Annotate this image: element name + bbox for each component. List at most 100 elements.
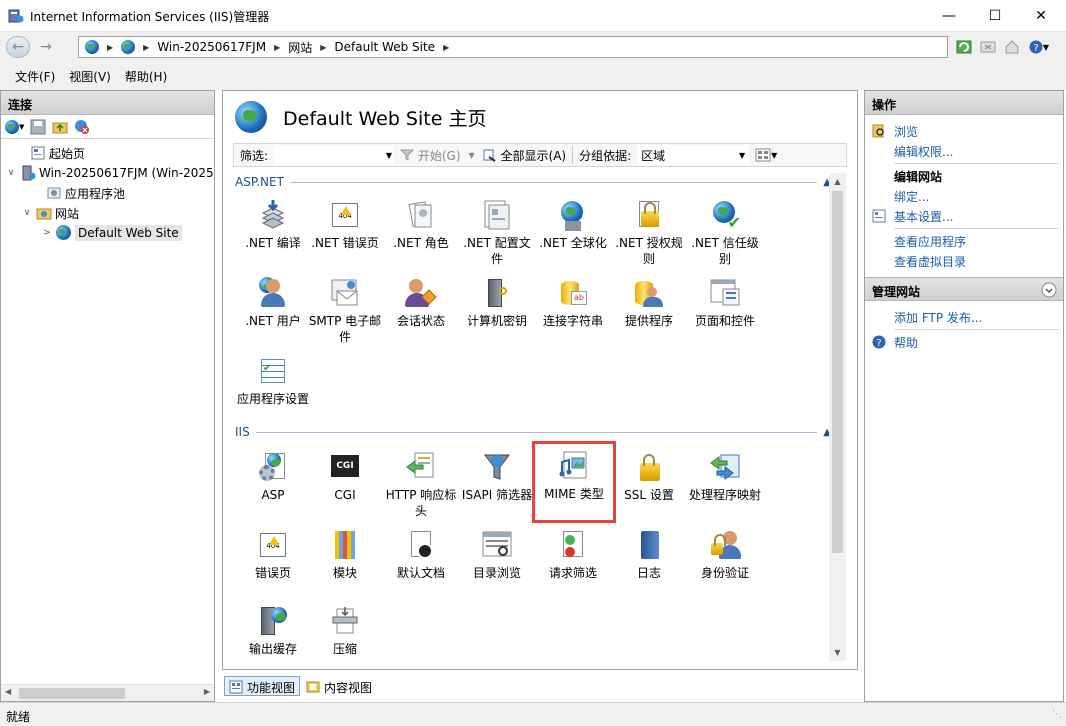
chevron-right-icon[interactable]: ▶ <box>443 43 449 52</box>
feature-authentication[interactable]: 身份验证 <box>687 523 763 601</box>
action-bindings[interactable]: 绑定... <box>865 186 1063 206</box>
crumb-server[interactable]: ▶ <box>121 40 157 54</box>
tree-sites[interactable]: ∨ 网站 <box>1 203 214 223</box>
view-mode-button[interactable]: ▼ <box>749 148 783 162</box>
menu-view[interactable]: 视图(V) <box>62 68 118 85</box>
collapse-icon[interactable]: ∨ <box>5 168 17 178</box>
filter-input[interactable]: ▼ <box>274 145 395 165</box>
action-view-virtual-dirs[interactable]: 查看虚拟目录 <box>865 251 1063 271</box>
feature-handler-mappings[interactable]: 处理程序映射 <box>687 445 763 523</box>
dropdown-icon[interactable]: ▼ <box>386 151 392 160</box>
action-browse[interactable]: 浏览 <box>865 121 1063 141</box>
feature-net-trust-levels[interactable]: ✔ .NET 信任级别 <box>687 193 763 271</box>
tab-features-view[interactable]: 功能视图 <box>224 676 301 696</box>
menu-help[interactable]: 帮助(H) <box>118 68 174 85</box>
feature-net-authorization[interactable]: .NET 授权规则 <box>611 193 687 271</box>
go-button[interactable]: 开始(G) <box>394 147 467 164</box>
group-by-select[interactable]: 区域 ▼ <box>637 145 750 165</box>
close-button[interactable]: ✕ <box>1018 0 1064 32</box>
feature-modules[interactable]: 模块 <box>307 523 383 601</box>
connect-globe-icon[interactable]: ▼ <box>5 119 24 134</box>
feature-default-document[interactable]: 默认文档 <box>383 523 459 601</box>
feature-app-settings[interactable]: ✔ 应用程序设置 <box>235 349 311 427</box>
tree-start-page[interactable]: 起始页 <box>1 143 214 163</box>
resize-grip-icon[interactable]: ⋱ <box>1052 709 1062 720</box>
scroll-up-icon[interactable]: ▲ <box>829 173 846 190</box>
collapse-section-icon[interactable] <box>1041 282 1057 298</box>
feature-logging[interactable]: 日志 <box>611 523 687 601</box>
feature-net-users[interactable]: .NET 用户 <box>235 271 311 349</box>
action-help[interactable]: ? 帮助 <box>865 332 1063 352</box>
feature-cgi[interactable]: CGI CGI <box>307 445 383 523</box>
feature-isapi-filters[interactable]: ISAPI 筛选器 <box>459 445 535 523</box>
action-edit-permissions[interactable]: 编辑权限... <box>865 141 1063 161</box>
tree-server[interactable]: ∨ Win-20250617FJM (Win-2025 <box>1 163 214 183</box>
chevron-right-icon[interactable]: ▶ <box>107 43 113 52</box>
disconnect-icon[interactable] <box>74 119 90 135</box>
feature-request-filtering[interactable]: 请求筛选 <box>535 523 611 601</box>
feature-directory-browsing[interactable]: 目录浏览 <box>459 523 535 601</box>
stop-icon[interactable] <box>978 37 998 57</box>
vertical-scrollbar[interactable]: ▲ ▼ <box>829 173 846 661</box>
scroll-left-icon[interactable]: ◀ <box>5 687 11 696</box>
save-icon[interactable] <box>30 119 46 135</box>
crumb-site[interactable]: Default Web Site ▶ <box>334 40 457 54</box>
tree-app-pools[interactable]: 应用程序池 <box>1 183 214 203</box>
chevron-right-icon[interactable]: ▶ <box>274 43 280 52</box>
up-folder-icon[interactable] <box>52 119 68 135</box>
feature-net-roles[interactable]: .NET 角色 <box>383 193 459 271</box>
feature-http-response-headers[interactable]: HTTP 响应标头 <box>383 445 459 523</box>
forward-button[interactable]: → <box>34 36 58 58</box>
refresh-icon[interactable] <box>954 37 974 57</box>
action-add-ftp[interactable]: 添加 FTP 发布... <box>865 307 1063 327</box>
feature-asp[interactable]: ASP <box>235 445 311 523</box>
horizontal-scrollbar[interactable]: ◀ ▶ <box>1 684 214 701</box>
go-dropdown-icon[interactable]: ▼ <box>467 151 477 160</box>
features-view-icon <box>229 680 243 694</box>
menu-file[interactable]: 文件(F) <box>8 68 62 85</box>
feature-compression[interactable]: 压缩 <box>307 599 383 661</box>
scroll-thumb[interactable] <box>19 688 125 699</box>
group-header[interactable]: IIS ▲ <box>235 423 831 441</box>
feature-pages-controls[interactable]: 页面和控件 <box>687 271 763 349</box>
help-icon[interactable]: ? ▼ <box>1026 37 1052 57</box>
expand-icon[interactable]: > <box>41 228 53 238</box>
crumb-sites[interactable]: 网站 ▶ <box>288 39 334 56</box>
scroll-right-icon[interactable]: ▶ <box>204 687 210 696</box>
crumb-server-name[interactable]: Win-20250617FJM ▶ <box>157 40 288 54</box>
feature-output-caching[interactable]: 输出缓存 <box>235 599 311 661</box>
feature-error-pages[interactable]: 404 错误页 <box>235 523 311 601</box>
chevron-right-icon[interactable]: ▶ <box>320 43 326 52</box>
back-button[interactable]: ← <box>6 36 30 58</box>
address-field[interactable]: ▶ ▶ Win-20250617FJM ▶ 网站 ▶ Default Web Sit… <box>78 36 948 58</box>
chevron-down-icon[interactable]: ▼ <box>1043 43 1049 52</box>
scroll-down-icon[interactable]: ▼ <box>829 644 846 661</box>
feature-net-error-pages[interactable]: 404 .NET 错误页 <box>307 193 383 271</box>
maximize-button[interactable]: ☐ <box>972 0 1018 32</box>
feature-net-compilation[interactable]: .NET 编译 <box>235 193 311 271</box>
action-view-applications[interactable]: 查看应用程序 <box>865 231 1063 251</box>
minimize-button[interactable]: — <box>926 0 972 32</box>
feature-connection-strings[interactable]: ab 连接字符串 <box>535 271 611 349</box>
crumb-root[interactable]: ▶ <box>85 40 121 54</box>
collapse-icon[interactable]: ∨ <box>21 208 33 218</box>
action-basic-settings[interactable]: 基本设置... <box>865 206 1063 226</box>
tab-content-view[interactable]: 内容视图 <box>302 676 376 696</box>
feature-ssl-settings[interactable]: SSL 设置 <box>611 445 687 523</box>
app-pool-icon <box>47 187 61 199</box>
feature-session-state[interactable]: 会话状态 <box>383 271 459 349</box>
chevron-right-icon[interactable]: ▶ <box>143 43 149 52</box>
scroll-thumb[interactable] <box>832 191 843 553</box>
group-header[interactable]: ASP.NET ▲ <box>235 173 831 191</box>
feature-net-profile[interactable]: .NET 配置文件 <box>459 193 535 271</box>
feature-providers[interactable]: 提供程序 <box>611 271 687 349</box>
feature-machine-key[interactable]: 计算机密钥 <box>459 271 535 349</box>
show-all-button[interactable]: 全部显示(A) <box>477 147 572 164</box>
feature-net-globalization[interactable]: .NET 全球化 <box>535 193 611 271</box>
feature-mime-types[interactable]: MIME 类型 <box>532 441 616 523</box>
manage-site-header[interactable]: 管理网站 <box>865 277 1063 301</box>
home-icon[interactable] <box>1002 37 1022 57</box>
feature-smtp-email[interactable]: SMTP 电子邮件 <box>307 271 383 349</box>
tree-default-web-site[interactable]: > Default Web Site <box>1 223 214 243</box>
dropdown-icon[interactable]: ▼ <box>739 151 745 160</box>
